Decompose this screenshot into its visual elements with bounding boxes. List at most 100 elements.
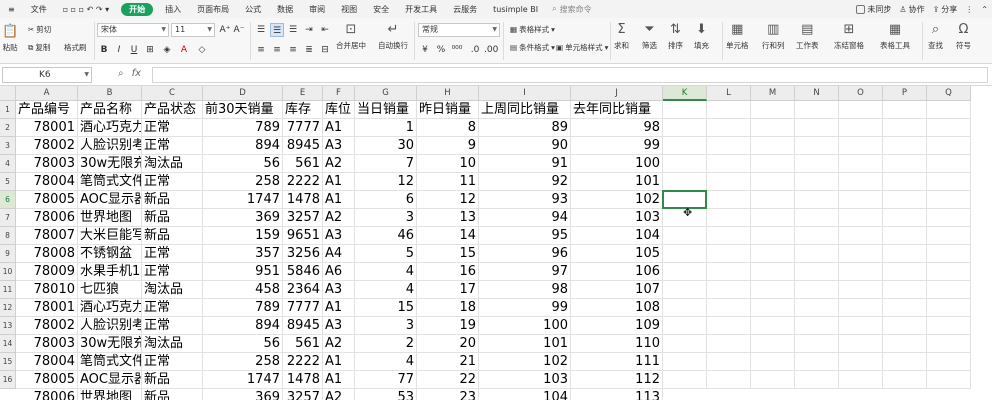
table-cell[interactable]: 78007 bbox=[16, 227, 78, 245]
table-cell[interactable] bbox=[883, 335, 927, 353]
table-cell[interactable]: 11 bbox=[417, 173, 479, 191]
table-cell[interactable] bbox=[883, 371, 927, 389]
table-cell[interactable]: 92 bbox=[479, 173, 571, 191]
table-cell[interactable]: 91 bbox=[479, 155, 571, 173]
table-cell[interactable]: 78001 bbox=[16, 119, 78, 137]
table-cell[interactable] bbox=[883, 263, 927, 281]
table-cell[interactable]: 113 bbox=[571, 389, 663, 400]
table-cell[interactable]: 大米巨能写 bbox=[78, 227, 142, 245]
table-cell[interactable]: 淘汰品 bbox=[142, 281, 203, 299]
table-cell[interactable]: 1747 bbox=[203, 191, 283, 209]
table-cell[interactable] bbox=[927, 155, 971, 173]
table-cell[interactable] bbox=[795, 101, 839, 119]
table-cell[interactable] bbox=[663, 173, 707, 191]
number-format-select[interactable]: 常规 ▼ bbox=[418, 23, 500, 37]
table-cell[interactable]: 七匹狼 bbox=[78, 281, 142, 299]
table-cell[interactable]: A1 bbox=[323, 191, 355, 209]
table-cell[interactable] bbox=[883, 317, 927, 335]
table-cell[interactable] bbox=[751, 263, 795, 281]
symbol-button[interactable]: Ω 符号 bbox=[956, 22, 971, 51]
header-cell[interactable]: 产品编号 bbox=[16, 101, 78, 119]
table-cell[interactable]: 107 bbox=[571, 281, 663, 299]
table-cell[interactable] bbox=[751, 173, 795, 191]
table-cell[interactable] bbox=[795, 299, 839, 317]
column-header-p[interactable]: P bbox=[883, 86, 927, 101]
table-cell[interactable]: 水果手机11 bbox=[78, 263, 142, 281]
row-col-button[interactable]: ▥ 行和列 bbox=[762, 22, 785, 51]
column-header-l[interactable]: L bbox=[707, 86, 751, 101]
table-cell[interactable] bbox=[751, 191, 795, 209]
table-cell[interactable] bbox=[795, 137, 839, 155]
table-cell[interactable]: 77 bbox=[355, 371, 417, 389]
table-cell[interactable] bbox=[839, 137, 883, 155]
column-header-m[interactable]: M bbox=[751, 86, 795, 101]
table-cell[interactable] bbox=[707, 281, 751, 299]
table-cell[interactable]: 99 bbox=[571, 137, 663, 155]
table-cell[interactable]: 淘汰品 bbox=[142, 335, 203, 353]
font-size-select[interactable]: 11 ▼ bbox=[171, 23, 215, 37]
table-cell[interactable] bbox=[795, 209, 839, 227]
column-header-a[interactable]: A bbox=[16, 86, 78, 101]
share-button[interactable]: ⇪ 分享 bbox=[933, 4, 958, 15]
table-cell[interactable] bbox=[663, 119, 707, 137]
collapse-ribbon-icon[interactable]: ⌃ bbox=[981, 5, 988, 14]
align-bottom-icon[interactable]: ☰ bbox=[286, 23, 300, 37]
thousands-icon[interactable]: ⁰⁰⁰ bbox=[450, 43, 464, 57]
table-cell[interactable]: 2 bbox=[355, 335, 417, 353]
table-cell[interactable]: 2222 bbox=[283, 173, 323, 191]
sort-button[interactable]: ⇅ 排序 bbox=[668, 22, 683, 51]
table-cell[interactable]: 101 bbox=[479, 335, 571, 353]
table-cell[interactable]: 78010 bbox=[16, 281, 78, 299]
table-cell[interactable]: 6 bbox=[355, 191, 417, 209]
column-header-j[interactable]: J bbox=[571, 86, 663, 101]
table-cell[interactable]: 笔筒式文件 bbox=[78, 353, 142, 371]
row-header-13[interactable]: 13 bbox=[0, 317, 16, 335]
table-cell[interactable]: 世界地图 bbox=[78, 209, 142, 227]
table-cell[interactable]: 正常 bbox=[142, 353, 203, 371]
table-cell[interactable]: 93 bbox=[479, 191, 571, 209]
table-cell[interactable]: 酒心巧克力 bbox=[78, 119, 142, 137]
table-cell[interactable] bbox=[927, 173, 971, 191]
italic-icon[interactable]: I bbox=[112, 43, 126, 57]
spreadsheet-grid[interactable]: A B C D E F G H I J K L M N O P Q 1 2 3 4 5 6 7 8 9 10 11 12 13 14 15 16… bbox=[0, 86, 992, 400]
sync-status[interactable]: 未同步 bbox=[856, 4, 891, 15]
copy-button[interactable]: ⧉ 复制 bbox=[28, 42, 50, 53]
table-cell[interactable] bbox=[839, 245, 883, 263]
row-header-1[interactable]: 1 bbox=[0, 101, 16, 119]
table-cell[interactable] bbox=[927, 353, 971, 371]
table-cell[interactable] bbox=[883, 281, 927, 299]
table-cell[interactable]: 15 bbox=[417, 245, 479, 263]
table-cell[interactable]: 3256 bbox=[283, 245, 323, 263]
table-cell[interactable]: 100 bbox=[571, 155, 663, 173]
table-cell[interactable]: 10 bbox=[417, 155, 479, 173]
table-cell[interactable]: 56 bbox=[203, 335, 283, 353]
increase-font-icon[interactable]: A⁺ bbox=[218, 23, 232, 37]
table-cell[interactable]: 103 bbox=[571, 209, 663, 227]
column-header-b[interactable]: B bbox=[78, 86, 142, 101]
table-cell[interactable] bbox=[751, 101, 795, 119]
align-right-icon[interactable]: ≡ bbox=[286, 43, 300, 57]
table-cell[interactable]: 78004 bbox=[16, 173, 78, 191]
table-cell[interactable] bbox=[883, 101, 927, 119]
table-cell[interactable] bbox=[663, 245, 707, 263]
table-cell[interactable]: 人脸识别考勤 bbox=[78, 317, 142, 335]
decimal-increase-icon[interactable]: .0 bbox=[468, 43, 482, 57]
align-top-icon[interactable]: ☰ bbox=[254, 23, 268, 37]
table-cell[interactable] bbox=[839, 317, 883, 335]
name-box[interactable]: K6 ▼ bbox=[2, 67, 92, 83]
sum-button[interactable]: Σ 求和 bbox=[614, 22, 629, 51]
table-cell[interactable] bbox=[663, 281, 707, 299]
table-cell[interactable] bbox=[883, 209, 927, 227]
table-cell[interactable]: 105 bbox=[571, 245, 663, 263]
table-cell[interactable] bbox=[839, 335, 883, 353]
table-cell[interactable] bbox=[663, 155, 707, 173]
table-cell[interactable]: 100 bbox=[479, 317, 571, 335]
tab-start[interactable]: 开始 bbox=[121, 2, 154, 16]
table-cell[interactable] bbox=[795, 173, 839, 191]
table-cell[interactable]: 正常 bbox=[142, 317, 203, 335]
table-cell[interactable]: 15 bbox=[355, 299, 417, 317]
table-cell[interactable]: A3 bbox=[323, 317, 355, 335]
header-cell[interactable]: 当日销量 bbox=[355, 101, 417, 119]
table-cell[interactable] bbox=[663, 137, 707, 155]
table-cell[interactable] bbox=[795, 317, 839, 335]
